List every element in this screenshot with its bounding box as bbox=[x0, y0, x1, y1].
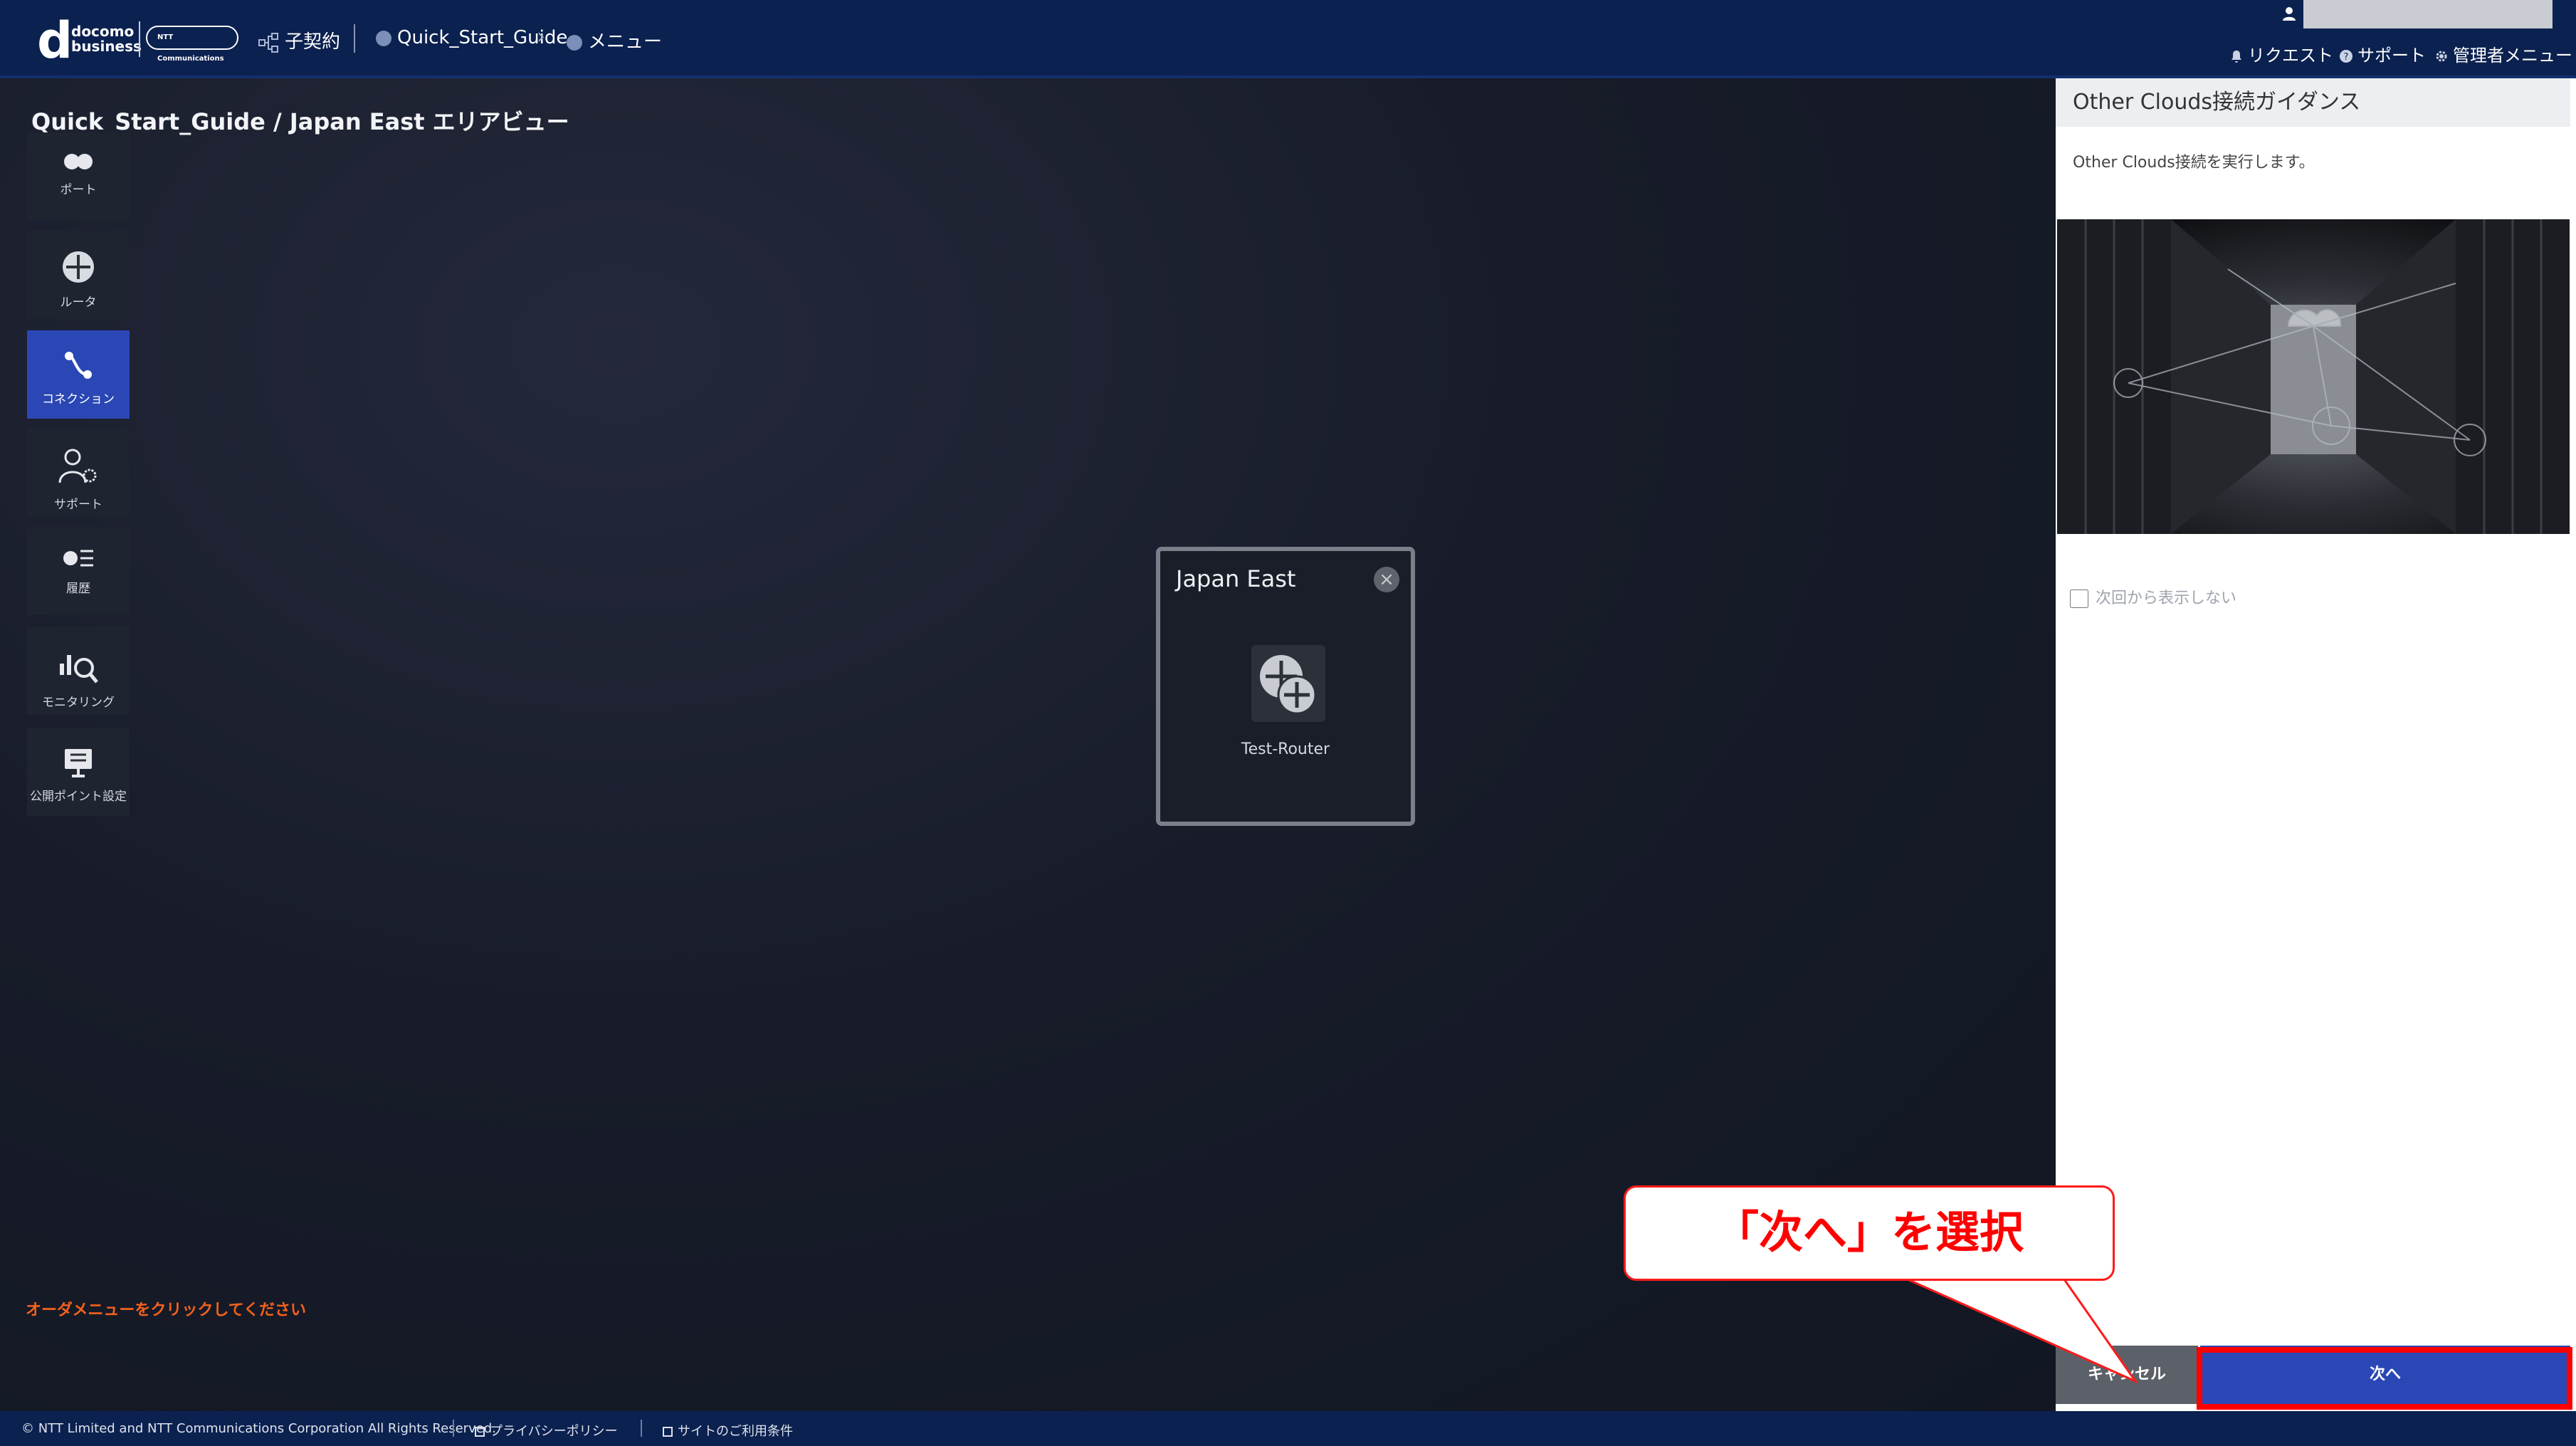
terms-link[interactable]: サイトのご利用条件 bbox=[662, 1421, 793, 1440]
close-icon[interactable]: × bbox=[1374, 567, 1399, 592]
panel-title: Other Clouds接続ガイダンス bbox=[2056, 78, 2570, 127]
cancel-button[interactable]: キャンセル bbox=[2056, 1346, 2198, 1404]
external-link-icon bbox=[475, 1427, 485, 1437]
next-button-highlight bbox=[2197, 1347, 2572, 1410]
footer-divider bbox=[453, 1420, 454, 1437]
datacenter-cloud-image bbox=[2057, 219, 2570, 534]
breadcrumb-menu[interactable]: メニュー bbox=[567, 27, 662, 53]
sidebar-item-port[interactable]: ポート bbox=[27, 132, 130, 221]
user-icon[interactable] bbox=[2275, 0, 2303, 28]
gear-icon bbox=[2436, 51, 2447, 62]
sidebar-item-monitoring[interactable]: モニタリング bbox=[27, 627, 130, 715]
admin-menu-link[interactable]: 管理者メニュー bbox=[2434, 41, 2572, 66]
sidebar-item-connection[interactable]: コネクション bbox=[27, 330, 130, 419]
privacy-policy-link[interactable]: プライバシーポリシー bbox=[474, 1421, 618, 1440]
logo-divider bbox=[139, 21, 140, 57]
top-header: d docomo business NTT Communications 子契約… bbox=[0, 0, 2576, 78]
sidebar-item-router[interactable]: ルータ bbox=[27, 231, 130, 319]
order-hint-text: オーダメニューをクリックしてください bbox=[26, 1301, 307, 1319]
instruction-callout: 「次へ」を選択 bbox=[1624, 1185, 2115, 1281]
footer: © NTT Limited and NTT Communications Cor… bbox=[0, 1411, 2576, 1446]
area-title: Japan East bbox=[1176, 565, 1296, 592]
history-icon bbox=[63, 550, 93, 567]
check-circle-icon bbox=[376, 30, 391, 46]
chevron-right-icon: › bbox=[537, 24, 545, 49]
external-link-icon bbox=[663, 1427, 673, 1437]
router-label: Test-Router bbox=[1241, 740, 1330, 758]
docomo-logo-d: d bbox=[37, 11, 73, 70]
sidebar-item-public-point[interactable]: 公開ポイント設定 bbox=[27, 728, 130, 816]
bell-icon bbox=[2231, 51, 2241, 63]
dont-show-again-checkbox[interactable]: 次回から表示しない bbox=[2070, 585, 2236, 608]
breadcrumb-divider bbox=[354, 24, 355, 53]
public-point-icon bbox=[65, 749, 92, 777]
svg-text:?: ? bbox=[2344, 52, 2349, 63]
footer-divider bbox=[641, 1420, 642, 1437]
request-link[interactable]: リクエスト bbox=[2229, 41, 2333, 66]
docomo-business-logo: docomo business bbox=[71, 23, 142, 55]
port-icon bbox=[64, 154, 93, 169]
copyright-text: © NTT Limited and NTT Communications Cor… bbox=[21, 1421, 496, 1436]
hierarchy-icon bbox=[258, 32, 278, 53]
menu-circle-icon bbox=[567, 34, 582, 51]
router-icon bbox=[63, 251, 94, 283]
support-icon bbox=[58, 449, 97, 483]
support-link[interactable]: ? サポート bbox=[2339, 41, 2426, 66]
sidebar-item-history[interactable]: 履歴 bbox=[27, 527, 130, 615]
sidebar-item-support[interactable]: サポート bbox=[27, 429, 130, 517]
panel-description: Other Clouds接続を実行します。 bbox=[2073, 154, 2315, 172]
guidance-panel: Other Clouds接続ガイダンス Other Clouds接続を実行します… bbox=[2056, 78, 2576, 1411]
user-name-box[interactable] bbox=[2275, 0, 2553, 28]
router-node-icon bbox=[1260, 655, 1317, 715]
monitoring-icon bbox=[60, 655, 98, 683]
japan-east-area-card[interactable]: Japan East × Test-Router bbox=[1156, 547, 1415, 826]
test-router-node[interactable] bbox=[1251, 645, 1325, 722]
help-circle-icon: ? bbox=[2340, 50, 2352, 63]
breadcrumb-contract[interactable]: 子契約 bbox=[258, 27, 340, 53]
dont-show-again-input[interactable] bbox=[2070, 590, 2088, 608]
connection-icon bbox=[65, 352, 92, 379]
ntt-communications-logo: NTT Communications bbox=[146, 26, 238, 63]
